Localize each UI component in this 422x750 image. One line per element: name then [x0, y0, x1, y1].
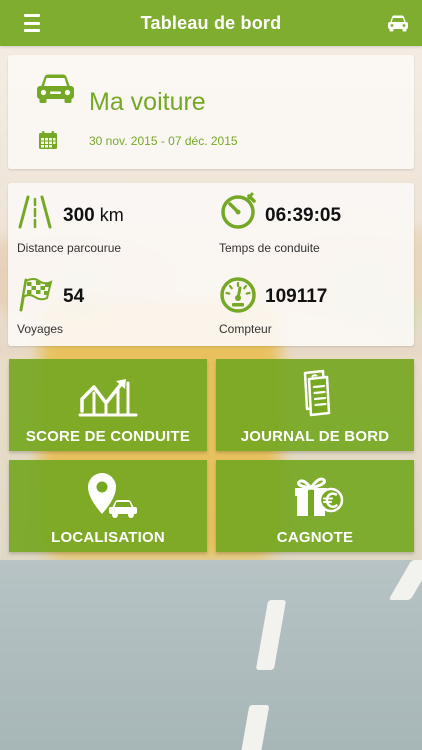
odometer-label: Compteur — [219, 322, 272, 336]
trips-label: Voyages — [17, 322, 64, 336]
checkered-flag-icon — [19, 278, 53, 312]
location-label: LOCALISATION — [51, 529, 165, 546]
background-road — [0, 560, 422, 750]
odometer-value: 109117 — [265, 286, 328, 307]
distance-value: 300 km — [63, 205, 124, 226]
page-title: Tableau de bord — [140, 12, 282, 33]
stat-distance: 300 km Distance parcourue — [17, 195, 207, 255]
distance-label: Distance parcourue — [17, 241, 122, 255]
calendar-icon[interactable] — [38, 130, 58, 150]
drive-time-label: Temps de conduite — [219, 241, 320, 255]
logbook-label: JOURNAL DE BORD — [240, 428, 390, 445]
speedometer-icon — [220, 277, 256, 313]
car-icon[interactable] — [386, 12, 410, 34]
trips-value: 54 — [63, 286, 85, 307]
stats-card: 300 km Distance parcourue 06:39:05 Temps … — [8, 183, 414, 346]
driving-score-button[interactable]: SCORE DE CONDUITE — [9, 359, 207, 451]
stat-odometer: 109117 Compteur — [219, 276, 409, 336]
drive-time-value: 06:39:05 — [265, 205, 342, 226]
location-pin-car-icon — [88, 473, 137, 518]
vehicle-card[interactable]: Ma voiture 30 nov. 2015 - 07 déc. 2015 — [8, 55, 414, 169]
date-range[interactable]: 30 nov. 2015 - 07 déc. 2015 — [89, 134, 238, 148]
hamburger-menu-icon[interactable] — [14, 12, 46, 34]
piggy-bank-label: CAGNOTE — [276, 529, 354, 546]
app-header: Tableau de bord — [0, 0, 422, 46]
stat-trips: 54 Voyages — [17, 276, 207, 336]
driving-score-label: SCORE DE CONDUITE — [25, 428, 191, 445]
stopwatch-icon — [221, 192, 256, 229]
chart-trend-icon — [78, 379, 138, 417]
distance-unit: km — [99, 205, 124, 225]
logbook-icon — [303, 369, 331, 417]
piggy-bank-button[interactable]: CAGNOTE — [216, 460, 414, 552]
logbook-button[interactable]: JOURNAL DE BORD — [216, 359, 414, 451]
gift-euro-icon — [295, 477, 344, 516]
vehicle-name: Ma voiture — [89, 88, 206, 116]
car-front-icon — [37, 74, 74, 103]
location-button[interactable]: LOCALISATION — [9, 460, 207, 552]
stat-drive-time: 06:39:05 Temps de conduite — [219, 192, 409, 255]
road-icon — [18, 195, 52, 229]
